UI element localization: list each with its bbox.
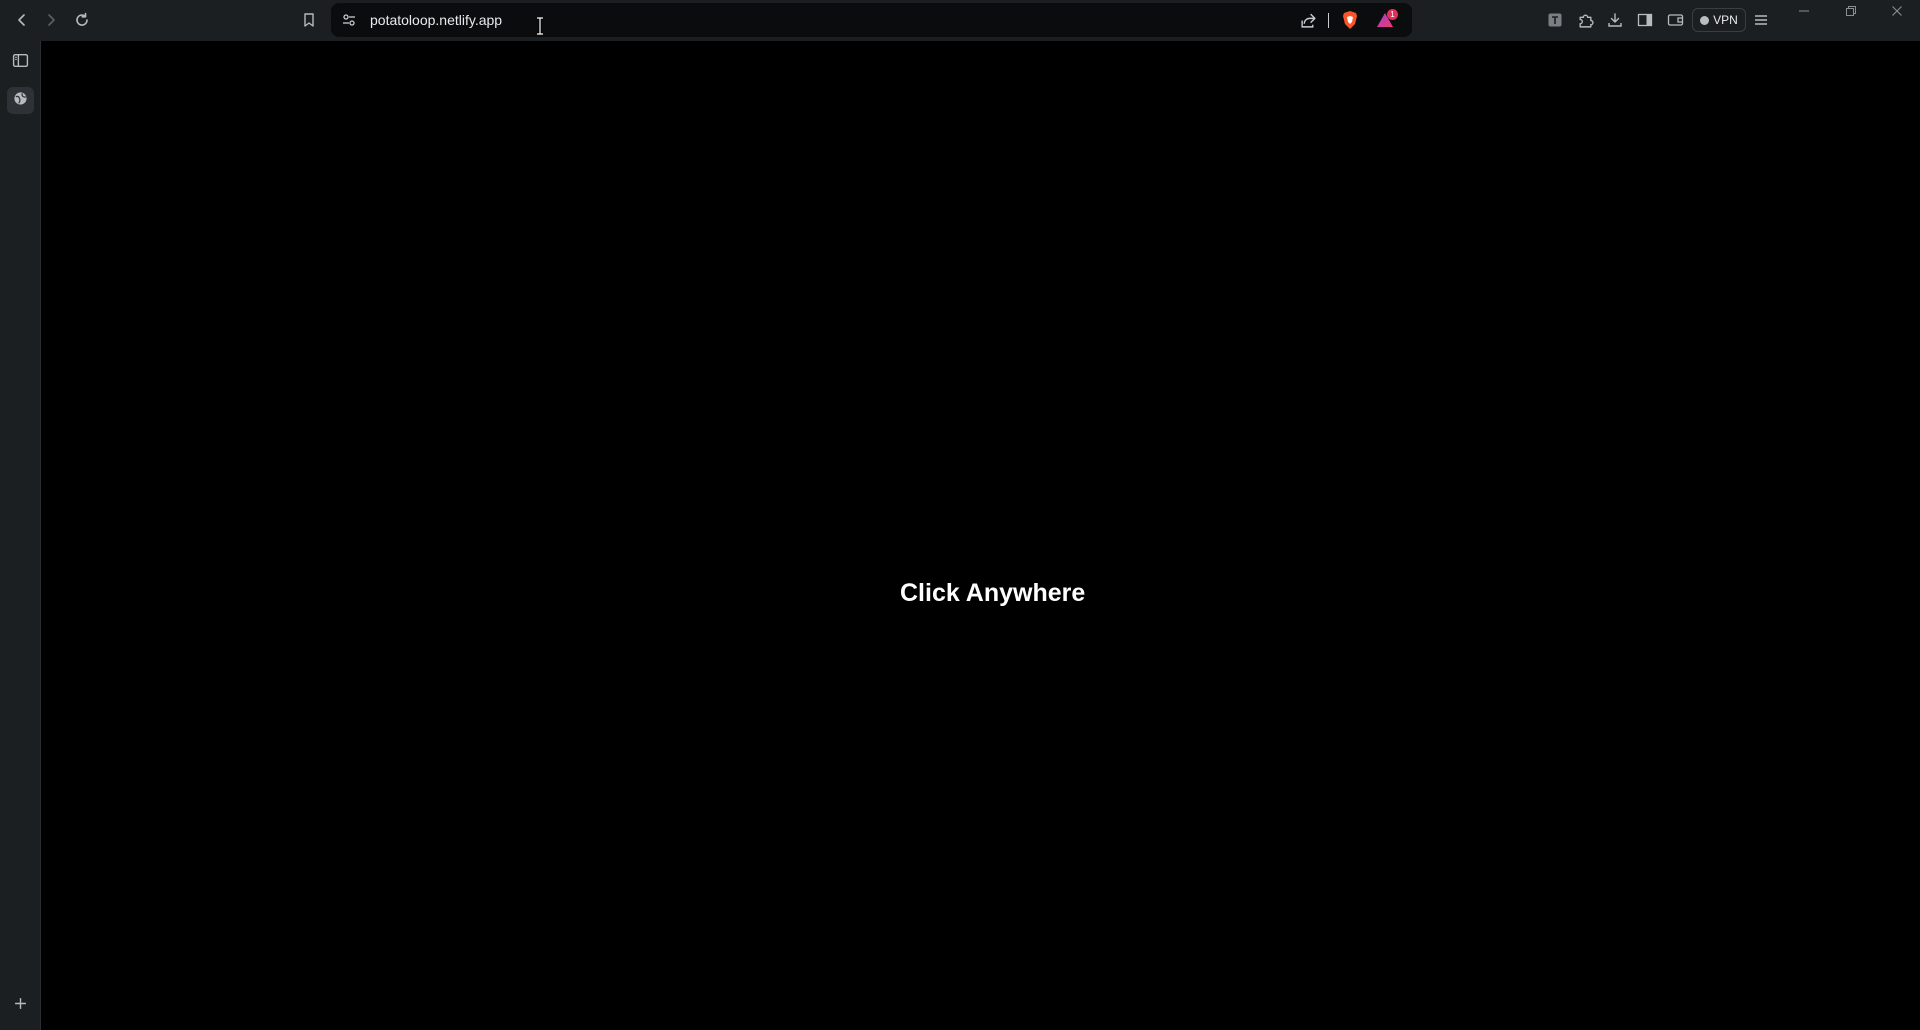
hamburger-menu-icon [1753,12,1769,28]
close-window-button[interactable] [1884,0,1910,22]
share-icon[interactable] [1300,12,1317,34]
translate-button[interactable] [1542,7,1568,33]
close-icon [1891,5,1903,17]
chevron-right-icon [43,12,59,28]
wallet-button[interactable] [1662,7,1688,33]
minimize-icon [1798,5,1810,17]
page-viewport[interactable]: Click Anywhere [41,41,1920,1030]
vpn-button[interactable]: VPN [1692,8,1746,32]
globe-icon [13,91,28,111]
minimize-button[interactable] [1791,0,1817,22]
sidebar-item-web[interactable] [7,87,34,114]
rewards-badge: 1 [1387,9,1398,20]
tune-icon[interactable] [341,12,357,33]
bookmark-button[interactable] [296,7,322,33]
chevron-left-icon [14,12,30,28]
puzzle-icon [1577,12,1594,29]
vpn-status-icon [1700,15,1710,25]
sidebar-toggle-icon [12,52,29,74]
back-button[interactable] [9,7,35,33]
translate-icon [1547,12,1563,28]
extensions-button[interactable] [1572,7,1598,33]
vpn-label: VPN [1713,13,1738,27]
address-bar[interactable]: potatoloop.netlify.app 1 [331,3,1412,37]
reload-icon [74,12,90,28]
sidepanel-button[interactable] [1632,7,1658,33]
reload-button[interactable] [69,7,95,33]
browser-sidebar [0,41,41,1030]
sidepanel-icon [1637,12,1653,28]
sidebar-toggle-button[interactable] [7,49,34,76]
text-cursor-icon [535,16,545,36]
wallet-icon [1667,12,1684,28]
url-text[interactable]: potatoloop.netlify.app [370,3,502,37]
download-icon [1607,12,1623,28]
downloads-button[interactable] [1602,7,1628,33]
brave-shield-icon[interactable] [1341,10,1359,35]
plus-icon [14,997,27,1015]
restore-icon [1845,5,1857,17]
sidebar-add-button[interactable] [7,992,34,1019]
url-separator [1328,13,1329,28]
click-anywhere-message: Click Anywhere [900,579,1086,607]
bookmark-icon [301,12,317,28]
rewards-triangle-icon[interactable]: 1 [1376,9,1398,33]
forward-button[interactable] [38,7,64,33]
menu-button[interactable] [1748,7,1774,33]
browser-toolbar: potatoloop.netlify.app 1 VPN [0,0,1920,41]
restore-button[interactable] [1838,0,1864,22]
